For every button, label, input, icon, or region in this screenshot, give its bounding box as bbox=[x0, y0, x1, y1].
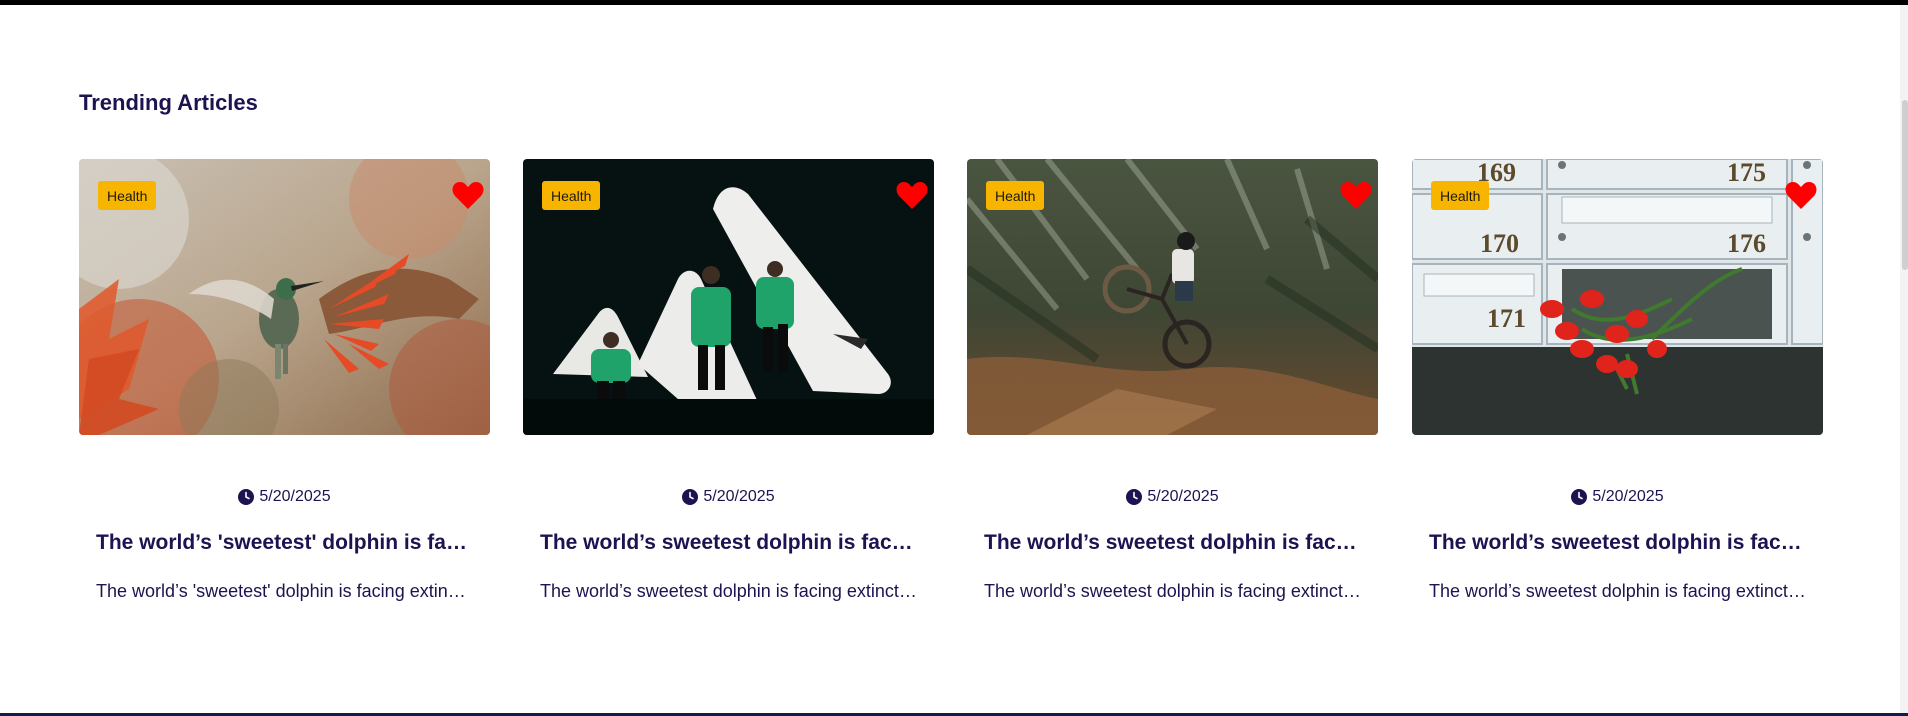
article-meta: 5/20/2025 bbox=[79, 488, 490, 506]
article-excerpt: The world’s 'sweetest' dolphin is facing… bbox=[96, 581, 473, 601]
clock-icon bbox=[1571, 489, 1588, 505]
clock-icon bbox=[1126, 489, 1143, 505]
category-badge: Health bbox=[1431, 181, 1490, 210]
mailbox-number: 176 bbox=[1727, 229, 1766, 258]
article-image[interactable]: Health bbox=[523, 159, 934, 435]
section-title: Trending Articles bbox=[79, 90, 258, 115]
article-card[interactable]: Health 5/20/2025 The world’s sweetest do… bbox=[967, 159, 1378, 619]
heart-icon[interactable] bbox=[1785, 180, 1817, 210]
article-excerpt: The world’s sweetest dolphin is facing e… bbox=[984, 581, 1361, 601]
article-excerpt: The world’s sweetest dolphin is facing e… bbox=[1429, 581, 1806, 601]
mailbox-number: 175 bbox=[1727, 159, 1766, 187]
article-meta: 5/20/2025 bbox=[967, 488, 1378, 506]
article-date: 5/20/2025 bbox=[1147, 488, 1219, 505]
article-meta: 5/20/2025 bbox=[523, 488, 934, 506]
article-image[interactable]: Health bbox=[79, 159, 490, 435]
article-card[interactable]: Health 5/20/2025 The world’s 'sweetest' … bbox=[79, 159, 490, 619]
category-badge: Health bbox=[98, 181, 157, 210]
article-date: 5/20/2025 bbox=[259, 488, 331, 505]
article-title[interactable]: The world’s sweetest dolphin is facing e… bbox=[984, 531, 1361, 555]
category-badge: Health bbox=[986, 181, 1045, 210]
article-meta: 5/20/2025 bbox=[1412, 488, 1823, 506]
mailbox-number: 170 bbox=[1480, 229, 1519, 258]
article-title[interactable]: The world’s sweetest dolphin is facing e… bbox=[1429, 531, 1806, 555]
top-border bbox=[0, 0, 1908, 5]
article-title[interactable]: The world’s 'sweetest' dolphin is facing… bbox=[96, 531, 473, 555]
clock-icon bbox=[238, 489, 255, 505]
scrollbar-thumb[interactable] bbox=[1902, 100, 1908, 270]
heart-icon[interactable] bbox=[1340, 180, 1372, 210]
category-badge: Health bbox=[542, 181, 601, 210]
article-card[interactable]: Health 5/20/2025 The world’s sweetest do… bbox=[523, 159, 934, 619]
heart-icon[interactable] bbox=[896, 180, 928, 210]
article-card[interactable]: 169 175 170 176 171 Health 5/20/2025 The… bbox=[1412, 159, 1823, 619]
clock-icon bbox=[682, 489, 699, 505]
article-title[interactable]: The world’s sweetest dolphin is facing e… bbox=[540, 531, 917, 555]
mailbox-number: 171 bbox=[1487, 304, 1526, 333]
article-image[interactable]: 169 175 170 176 171 Health bbox=[1412, 159, 1823, 435]
article-excerpt: The world’s sweetest dolphin is facing e… bbox=[540, 581, 917, 601]
article-date: 5/20/2025 bbox=[1592, 488, 1664, 505]
heart-icon[interactable] bbox=[452, 180, 484, 210]
article-date: 5/20/2025 bbox=[703, 488, 775, 505]
article-image[interactable]: Health bbox=[967, 159, 1378, 435]
